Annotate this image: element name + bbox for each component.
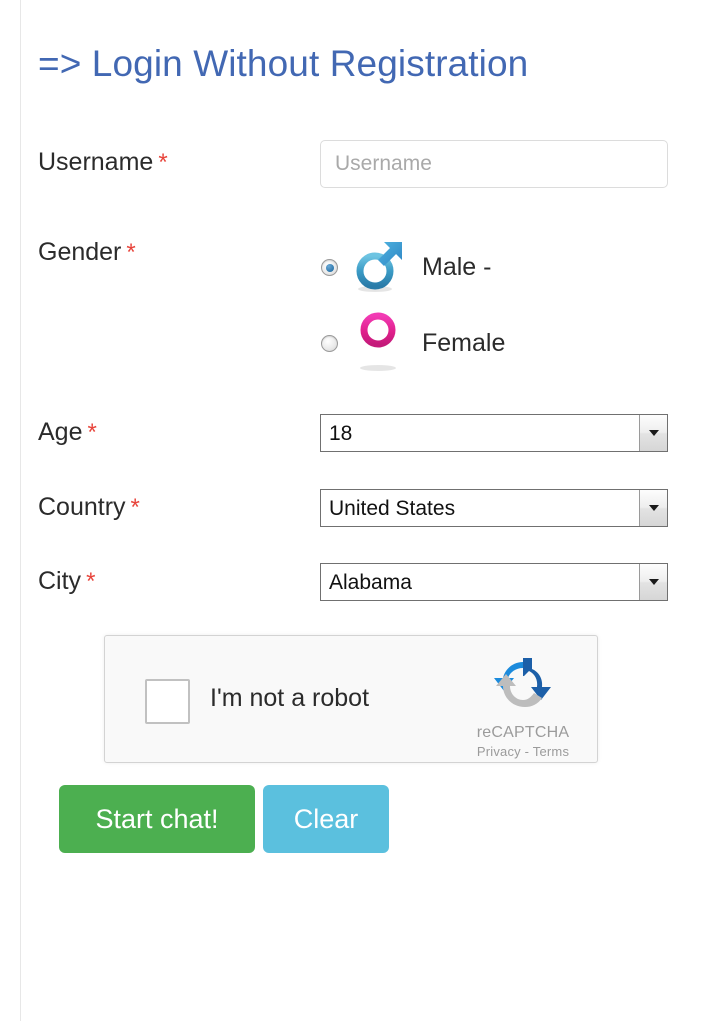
chevron-down-icon[interactable] (639, 415, 667, 451)
recaptcha-checkbox-label: I'm not a robot (210, 686, 369, 711)
gender-label-male: Male - (422, 255, 491, 280)
gender-radio-female[interactable] (321, 335, 338, 352)
gender-option-male[interactable]: Male - (321, 236, 491, 299)
start-chat-button[interactable]: Start chat! (59, 785, 255, 853)
form-container: => Login Without Registration Username* … (21, 0, 705, 1021)
chevron-down-icon[interactable] (639, 490, 667, 526)
country-select[interactable]: United States (320, 489, 668, 527)
username-required-marker: * (158, 149, 167, 176)
gender-label: Gender* (38, 240, 136, 265)
city-select[interactable]: Alabama (320, 563, 668, 601)
recaptcha-logo-icon (463, 652, 583, 719)
gender-label-text: Gender (38, 238, 121, 266)
username-label-text: Username (38, 148, 153, 176)
recaptcha-legal-links[interactable]: Privacy - Terms (463, 744, 583, 761)
recaptcha-brand-name: reCAPTCHA (463, 723, 583, 742)
age-select[interactable]: 18 (320, 414, 668, 452)
mars-symbol-icon (352, 236, 410, 299)
recaptcha-branding: reCAPTCHA Privacy - Terms (463, 652, 583, 761)
city-label-text: City (38, 567, 81, 595)
clear-button[interactable]: Clear (263, 785, 389, 853)
country-select-value: United States (321, 498, 639, 519)
gender-label-female: Female (422, 331, 505, 356)
city-select-value: Alabama (321, 572, 639, 593)
recaptcha-widget[interactable]: I'm not a robot reCAPTCHA Privacy (104, 635, 598, 763)
age-select-value: 18 (321, 423, 639, 444)
username-label: Username* (38, 150, 168, 175)
page-title: => Login Without Registration (38, 44, 528, 85)
username-input[interactable] (320, 140, 668, 188)
city-required-marker: * (86, 568, 95, 595)
recaptcha-checkbox[interactable] (145, 679, 190, 724)
country-required-marker: * (131, 494, 140, 521)
age-label: Age* (38, 420, 97, 445)
city-label: City* (38, 569, 95, 594)
country-label-text: Country (38, 493, 126, 521)
country-label: Country* (38, 495, 140, 520)
age-label-text: Age (38, 418, 82, 446)
chevron-down-icon[interactable] (639, 564, 667, 600)
gender-required-marker: * (126, 239, 135, 266)
age-required-marker: * (87, 419, 96, 446)
gender-radio-male[interactable] (321, 259, 338, 276)
gender-option-female[interactable]: Female (321, 310, 505, 377)
login-without-registration-page: => Login Without Registration Username* … (0, 0, 705, 1021)
venus-symbol-icon (352, 310, 410, 377)
